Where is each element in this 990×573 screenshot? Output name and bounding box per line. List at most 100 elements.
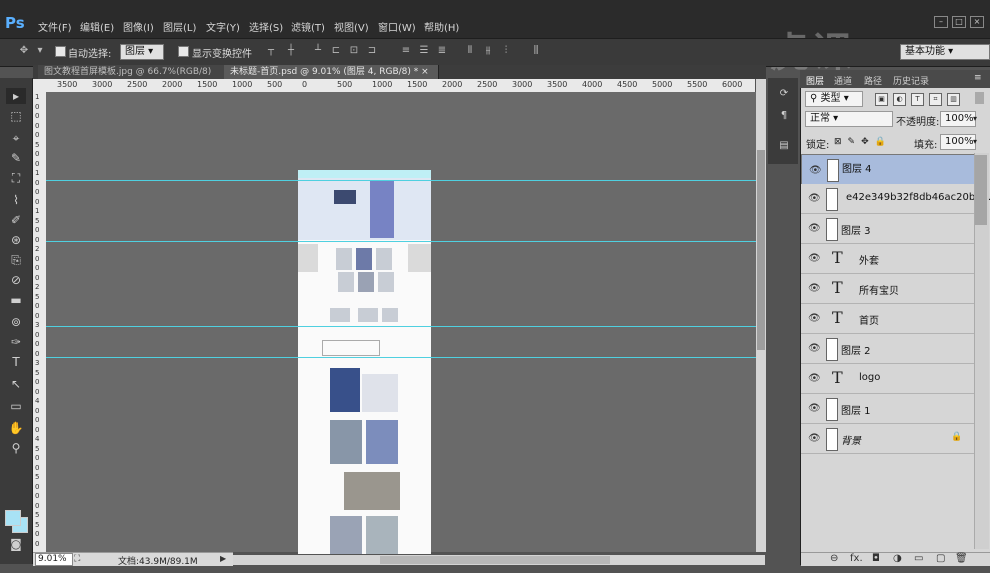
- filter-text-icon[interactable]: T: [911, 93, 924, 106]
- align-icon[interactable]: ≡: [400, 45, 412, 57]
- visibility-eye-icon[interactable]: 👁: [809, 164, 822, 178]
- layer-row[interactable]: 👁 T 外套: [801, 244, 974, 274]
- menu-item-7[interactable]: 视图(V): [334, 19, 369, 34]
- tab-channels[interactable]: 通道: [834, 74, 852, 87]
- quick-mask-icon[interactable]: ◙: [6, 536, 26, 552]
- path-select-tool-icon[interactable]: ↖: [6, 376, 26, 392]
- layer-row[interactable]: 👁 e42e349b32f8db46ac20b5d...: [801, 184, 990, 214]
- menu-item-0[interactable]: 文件(F): [38, 19, 72, 34]
- blend-mode-dropdown[interactable]: 正常 ▾: [805, 111, 893, 127]
- show-transform-checkbox[interactable]: [178, 46, 189, 57]
- history-icon[interactable]: ⟳: [778, 88, 790, 100]
- brush-tool-icon[interactable]: ⊛: [6, 232, 26, 248]
- foreground-color-swatch[interactable]: [5, 510, 21, 526]
- align-icon[interactable]: ┴: [312, 45, 324, 57]
- align-icon[interactable]: ⫶: [500, 45, 512, 57]
- layer-lock-icon[interactable]: 🔒: [951, 432, 962, 442]
- layers-scroll-thumb[interactable]: [975, 155, 987, 225]
- zoom-tool-icon[interactable]: ⚲: [6, 440, 26, 456]
- new-layer-icon[interactable]: ▢: [936, 553, 945, 564]
- align-icon[interactable]: ⫴: [464, 45, 476, 57]
- history-brush-icon[interactable]: ⊘: [6, 272, 26, 288]
- vertical-scroll-thumb[interactable]: [757, 150, 765, 350]
- layer-row[interactable]: 👁 T 首页: [801, 304, 974, 334]
- document-canvas[interactable]: [298, 170, 431, 554]
- healing-tool-icon[interactable]: ✐: [6, 212, 26, 228]
- tab-template-jpg[interactable]: 图文教程首屏模板.jpg @ 66.7%(RGB/8) ×: [38, 65, 227, 91]
- gradient-tool-icon[interactable]: ⊚: [6, 314, 26, 330]
- layer-row[interactable]: 👁 图层 3: [801, 214, 974, 244]
- filter-adjust-icon[interactable]: ◐: [893, 93, 906, 106]
- add-mask-icon[interactable]: ◘: [872, 553, 880, 564]
- eraser-tool-icon[interactable]: ▬: [6, 292, 26, 308]
- adjustment-layer-icon[interactable]: ◑: [893, 553, 902, 564]
- align-icon[interactable]: ┼: [285, 45, 297, 57]
- panel-menu-icon[interactable]: ≡: [974, 73, 982, 83]
- opacity-input[interactable]: 100%: [940, 111, 976, 127]
- menu-item-8[interactable]: 窗口(W): [378, 19, 416, 34]
- lock-move-icon[interactable]: ✥: [861, 137, 869, 147]
- fill-arrow-icon[interactable]: ▾: [973, 137, 977, 146]
- filter-smart-icon[interactable]: ▥: [947, 93, 960, 106]
- layer-row[interactable]: 👁 图层 2: [801, 334, 974, 364]
- link-layers-icon[interactable]: ⊖: [830, 553, 838, 564]
- maximize-button[interactable]: □: [952, 16, 966, 28]
- lock-all-icon[interactable]: 🔒: [875, 137, 886, 147]
- filter-shape-icon[interactable]: ⌗: [929, 93, 942, 106]
- status-arrow-icon[interactable]: ▶: [220, 554, 226, 563]
- status-export-icon[interactable]: ⛶: [74, 554, 80, 564]
- visibility-eye-icon[interactable]: 👁: [808, 433, 821, 444]
- layer-row[interactable]: 👁 T 所有宝贝: [801, 274, 974, 304]
- menu-item-2[interactable]: 图像(I): [123, 19, 154, 34]
- tab-paths[interactable]: 路径: [864, 74, 882, 87]
- guide-line[interactable]: [46, 180, 756, 181]
- layer-filter-dropdown[interactable]: ⚲ 类型 ▾: [805, 91, 863, 107]
- workspace-dropdown[interactable]: 基本功能 ▾: [900, 44, 990, 60]
- eyedropper-tool-icon[interactable]: ⌇: [6, 192, 26, 208]
- layer-row[interactable]: 👁 Tlogo: [801, 364, 974, 394]
- visibility-eye-icon[interactable]: 👁: [808, 193, 821, 204]
- menu-item-3[interactable]: 图层(L): [163, 19, 196, 34]
- filter-pixel-icon[interactable]: ▣: [875, 93, 888, 106]
- align-icon[interactable]: ⊡: [348, 45, 360, 57]
- align-icon[interactable]: ≣: [436, 45, 448, 57]
- zoom-input[interactable]: 9.01%: [35, 553, 73, 566]
- quick-select-tool-icon[interactable]: ✎: [6, 150, 26, 166]
- guide-line[interactable]: [46, 357, 756, 358]
- layer-row[interactable]: 👁 背景 🔒: [801, 424, 974, 454]
- visibility-eye-icon[interactable]: 👁: [808, 313, 821, 324]
- type-tool-icon[interactable]: T: [6, 354, 26, 370]
- opacity-arrow-icon[interactable]: ▾: [973, 114, 977, 123]
- horizontal-scroll-thumb[interactable]: [380, 556, 610, 564]
- shape-tool-icon[interactable]: ▭: [6, 398, 26, 414]
- tab-close-icon[interactable]: ×: [421, 67, 429, 77]
- crop-tool-icon[interactable]: ⛶: [6, 170, 26, 186]
- move-tool-icon[interactable]: ▸: [6, 88, 26, 104]
- tab-history[interactable]: 历史记录: [893, 74, 929, 87]
- marquee-tool-icon[interactable]: ⬚: [6, 108, 26, 124]
- tool-preset-dropdown-icon[interactable]: ▾: [34, 45, 46, 57]
- auto-select-checkbox[interactable]: [55, 46, 66, 57]
- menu-item-9[interactable]: 帮助(H): [424, 19, 459, 34]
- new-group-icon[interactable]: ▭: [914, 553, 923, 564]
- menu-item-4[interactable]: 文字(Y): [206, 19, 240, 34]
- properties-icon[interactable]: ▤: [778, 140, 790, 152]
- stamp-tool-icon[interactable]: ⎘: [6, 252, 26, 268]
- guide-line[interactable]: [46, 326, 756, 327]
- menu-item-5[interactable]: 选择(S): [249, 19, 283, 34]
- minimize-button[interactable]: –: [934, 16, 948, 28]
- align-icon[interactable]: ┬: [265, 45, 277, 57]
- visibility-eye-icon[interactable]: 👁: [808, 223, 821, 234]
- tab-layers[interactable]: 图层: [806, 74, 824, 87]
- delete-layer-icon[interactable]: 🗑: [955, 553, 968, 564]
- menu-item-6[interactable]: 滤镜(T): [291, 19, 325, 34]
- fill-input[interactable]: 100%: [940, 134, 976, 150]
- layer-row[interactable]: 👁 图层 4: [801, 154, 984, 185]
- filter-toggle[interactable]: [975, 92, 984, 104]
- lock-transparent-icon[interactable]: ⊠: [834, 137, 842, 147]
- visibility-eye-icon[interactable]: 👁: [808, 403, 821, 414]
- visibility-eye-icon[interactable]: 👁: [808, 253, 821, 264]
- dodge-tool-icon[interactable]: ✑: [6, 334, 26, 350]
- align-icon[interactable]: ⊏: [330, 45, 342, 57]
- lock-brush-icon[interactable]: ✎: [848, 137, 856, 147]
